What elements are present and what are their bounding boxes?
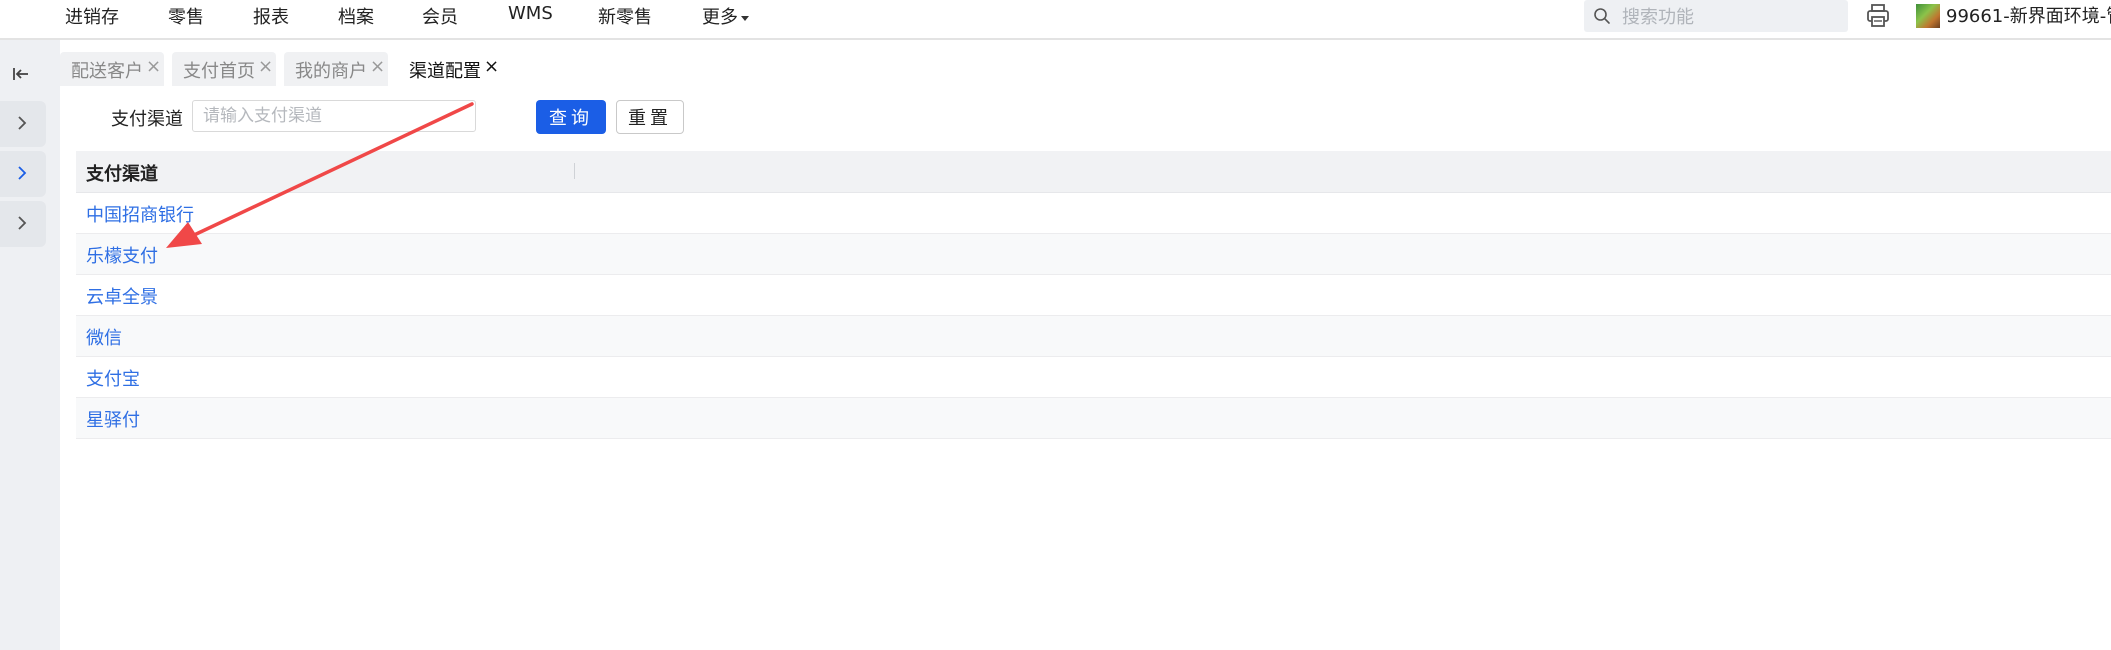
chevron-right-icon [18, 216, 27, 230]
top-navigation-bar: 进销存 零售 报表 档案 会员 WMS 新零售 更多 搜索功能 99661-新界… [0, 0, 2111, 40]
sidebar [0, 40, 60, 650]
payment-channel-input[interactable] [192, 100, 476, 132]
tab-label: 支付首页 [183, 61, 255, 82]
global-search[interactable]: 搜索功能 [1584, 0, 1848, 32]
sidebar-expand-button-1[interactable] [0, 101, 46, 147]
printer-icon[interactable] [1864, 2, 1892, 30]
payment-channel-filter-label: 支付渠道 [111, 109, 183, 130]
close-icon[interactable]: × [484, 56, 499, 77]
menu-item-archives[interactable]: 档案 [338, 3, 374, 29]
table-row: 云卓全景 [76, 275, 2111, 316]
menu-item-retail[interactable]: 零售 [168, 3, 204, 29]
tab-payment-home[interactable]: 支付首页 × [172, 52, 276, 86]
sidebar-expand-button-3[interactable] [0, 201, 46, 247]
column-header-payment-channel[interactable]: 支付渠道 [86, 160, 158, 186]
channel-link[interactable]: 微信 [86, 324, 122, 350]
search-icon [1594, 8, 1610, 24]
table-row: 支付宝 [76, 357, 2111, 398]
avatar[interactable] [1916, 4, 1940, 28]
table-row: 星驿付 [76, 398, 2111, 439]
channel-link[interactable]: 支付宝 [86, 365, 140, 391]
tab-label: 我的商户 [295, 61, 367, 82]
tab-label: 渠道配置 [409, 61, 481, 82]
menu-item-more[interactable]: 更多 [702, 3, 749, 29]
menu-item-new-retail[interactable]: 新零售 [598, 3, 652, 29]
menu-item-wms[interactable]: WMS [508, 3, 553, 24]
tab-label: 配送客户 [71, 61, 143, 82]
channel-link[interactable]: 云卓全景 [86, 283, 158, 309]
tab-delivery-customers[interactable]: 配送客户 × [60, 52, 164, 86]
close-icon[interactable]: × [258, 56, 273, 77]
menu-item-more-label: 更多 [702, 7, 738, 28]
table-header: 支付渠道 [76, 151, 2111, 193]
column-resize-handle[interactable] [574, 163, 575, 179]
caret-down-icon [741, 15, 749, 21]
close-icon[interactable]: × [146, 56, 161, 77]
channel-link[interactable]: 中国招商银行 [86, 201, 194, 227]
sidebar-expand-button-2[interactable] [0, 151, 46, 197]
reset-button[interactable]: 重置 [616, 100, 684, 134]
payment-channel-table: 支付渠道 中国招商银行 乐檬支付 云卓全景 微信 支付宝 星驿付 [76, 151, 2111, 439]
search-placeholder: 搜索功能 [1622, 7, 1694, 28]
collapse-sidebar-icon[interactable] [8, 62, 32, 86]
account-name[interactable]: 99661-新界面环境-管 [1946, 2, 2111, 28]
menu-item-reports[interactable]: 报表 [253, 3, 289, 29]
menu-item-members[interactable]: 会员 [422, 3, 458, 29]
chevron-right-icon [18, 116, 27, 130]
table-row: 微信 [76, 316, 2111, 357]
close-icon[interactable]: × [370, 56, 385, 77]
channel-link[interactable]: 乐檬支付 [86, 242, 158, 268]
tab-channel-config[interactable]: 渠道配置 × [398, 52, 504, 86]
tab-my-merchants[interactable]: 我的商户 × [284, 52, 388, 86]
table-row: 中国招商银行 [76, 193, 2111, 234]
channel-link[interactable]: 星驿付 [86, 406, 140, 432]
table-row: 乐檬支付 [76, 234, 2111, 275]
query-button[interactable]: 查询 [536, 100, 606, 134]
menu-item-inventory[interactable]: 进销存 [65, 3, 119, 29]
chevron-right-icon [18, 166, 27, 180]
